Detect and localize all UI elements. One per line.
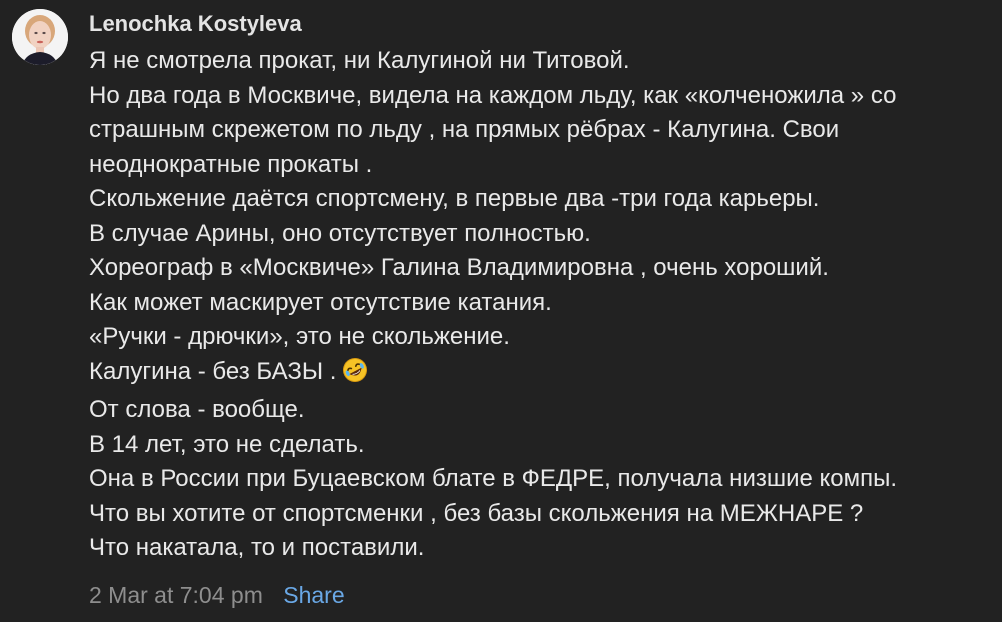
comment-line: неоднократные прокаты . [89, 150, 373, 178]
author-avatar[interactable] [12, 9, 68, 65]
comment-line: Что вы хотите от спортсменки , без базы … [89, 499, 864, 527]
comment-line: Скольжение даётся спортсмену, в первые д… [89, 185, 820, 212]
comment-line: Что накатала, то и поставили. [89, 534, 425, 561]
comment-line: страшным скрежетом по льду , на прямых р… [89, 116, 840, 143]
comment-timestamp[interactable]: 2 Mar at 7:04 pm [89, 582, 263, 608]
rolling-on-floor-laughing-emoji-icon [342, 357, 368, 394]
comment-body: Я не смотрела прокат, ни Калугиной ни Ти… [89, 44, 994, 566]
comment-line: Она в России при Буцаевском блате в ФЕДР… [89, 465, 898, 492]
comment-line: Как может маскирует отсутствие катания. [89, 288, 552, 316]
comment-line: Хореограф в «Москвиче» Галина Владимиров… [89, 254, 829, 281]
comment-author[interactable]: Lenochka Kostyleva [89, 9, 302, 39]
comment-footer: 2 Mar at 7:04 pm Share [89, 578, 345, 612]
comment-line-with-emoji: Калугина - без БАЗЫ . [89, 355, 994, 394]
share-link[interactable]: Share [283, 582, 344, 608]
comment-line: Я не смотрела прокат, ни Калугиной ни Ти… [89, 47, 630, 74]
comment-line: В случае Арины, оно отсутствует полность… [89, 219, 591, 247]
comment-line: Но два года в Москвиче, видела на каждом… [89, 81, 897, 109]
comment: Lenochka Kostyleva Я не смотрела прокат,… [0, 0, 1002, 622]
person-avatar-icon [12, 9, 68, 65]
comment-line: В 14 лет, это не сделать. [89, 430, 365, 458]
comment-line-text: Калугина - без БАЗЫ . [89, 357, 337, 385]
comment-line: «Ручки - дрючки», это не скольжение. [89, 323, 510, 350]
comment-line: От слова - вообще. [89, 396, 305, 423]
